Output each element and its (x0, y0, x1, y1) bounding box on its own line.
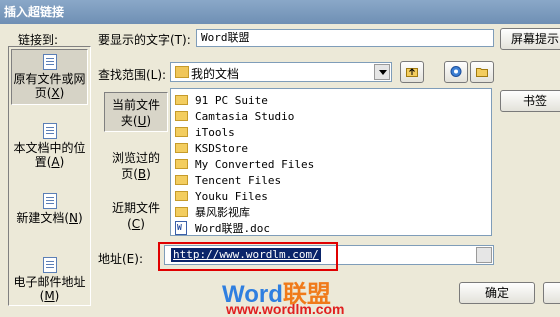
browse-web-button[interactable] (444, 61, 468, 83)
lookin-select[interactable]: 我的文档 (170, 62, 392, 82)
list-item[interactable]: My Converted Files (175, 157, 314, 173)
link-new-doc-button[interactable]: 新建文档(N) (11, 193, 88, 225)
lookin-label: 查找范围(L): (98, 68, 167, 82)
list-item[interactable]: Tencent Files (175, 173, 281, 189)
link-existing-file-button[interactable]: 原有文件或网 页(X) (11, 49, 88, 105)
dropdown-arrow-icon[interactable] (476, 247, 492, 263)
link-place-in-doc-button[interactable]: 本文档中的位 置(A) (11, 123, 88, 169)
up-folder-button[interactable] (400, 61, 424, 83)
display-text-label: 要显示的文字(T): (98, 33, 191, 47)
file-list[interactable]: 91 PC Suite Camtasia Studio iTools KSDSt… (170, 88, 492, 236)
address-label: 地址(E): (98, 252, 143, 266)
browse-nav: 当前文件 夹(U) 浏览过的 页(B) 近期文件 (C) (104, 88, 170, 254)
browse-file-button[interactable] (470, 61, 494, 83)
tab-recent-files[interactable]: 近期文件 (C) (104, 200, 168, 232)
folder-icon (175, 66, 189, 78)
window-title: 插入超链接 (4, 5, 65, 19)
highlight-box (158, 242, 338, 271)
link-existing-label: 原有文件或网 (13, 72, 86, 86)
list-item[interactable]: iTools (175, 125, 235, 141)
globe-search-icon (450, 66, 462, 77)
title-bar: 插入超链接 (0, 0, 560, 24)
lookin-value: 我的文档 (191, 67, 240, 81)
list-item[interactable]: KSDStore (175, 141, 248, 157)
new-document-icon (42, 193, 57, 209)
dropdown-arrow-icon[interactable] (374, 64, 390, 80)
screen-tip-button[interactable]: 屏幕提示 (500, 28, 560, 50)
display-text-input[interactable]: Word联盟 (196, 29, 494, 47)
link-to-panel: 原有文件或网 页(X) 本文档中的位 置(A) 新建文档(N) 电子邮件地址 (… (8, 46, 91, 306)
email-icon (42, 257, 57, 273)
link-email-button[interactable]: 电子邮件地址 (M) (11, 257, 88, 303)
folder-icon (175, 207, 188, 217)
watermark-url: www.wordlm.com (226, 301, 345, 317)
tab-current-folder[interactable]: 当前文件 夹(U) (104, 92, 168, 132)
hyperlink-dialog: 链接到: 原有文件或网 页(X) 本文档中的位 置(A) 新建文档(N) 电子邮… (0, 24, 560, 317)
page-icon (42, 54, 57, 70)
list-item[interactable]: Word联盟.doc (175, 221, 270, 235)
folder-icon (175, 175, 188, 185)
folder-icon (175, 95, 188, 105)
list-item[interactable]: 暴风影视库 (175, 205, 250, 221)
open-folder-icon (476, 68, 488, 77)
word-document-icon (175, 221, 187, 235)
list-item[interactable]: 91 PC Suite (175, 93, 268, 109)
folder-icon (175, 191, 188, 201)
tab-browsed-pages[interactable]: 浏览过的 页(B) (104, 150, 168, 182)
list-item[interactable]: Youku Files (175, 189, 268, 205)
folder-icon (175, 143, 188, 153)
list-item[interactable]: Camtasia Studio (175, 109, 294, 125)
folder-icon (175, 111, 188, 121)
folder-icon (175, 127, 188, 137)
ok-button[interactable]: 确定 (459, 282, 535, 304)
folder-icon (175, 159, 188, 169)
cancel-button[interactable] (543, 282, 560, 304)
up-folder-icon (406, 68, 418, 77)
bookmark-button[interactable]: 书签 (500, 90, 560, 112)
document-icon (42, 123, 57, 139)
